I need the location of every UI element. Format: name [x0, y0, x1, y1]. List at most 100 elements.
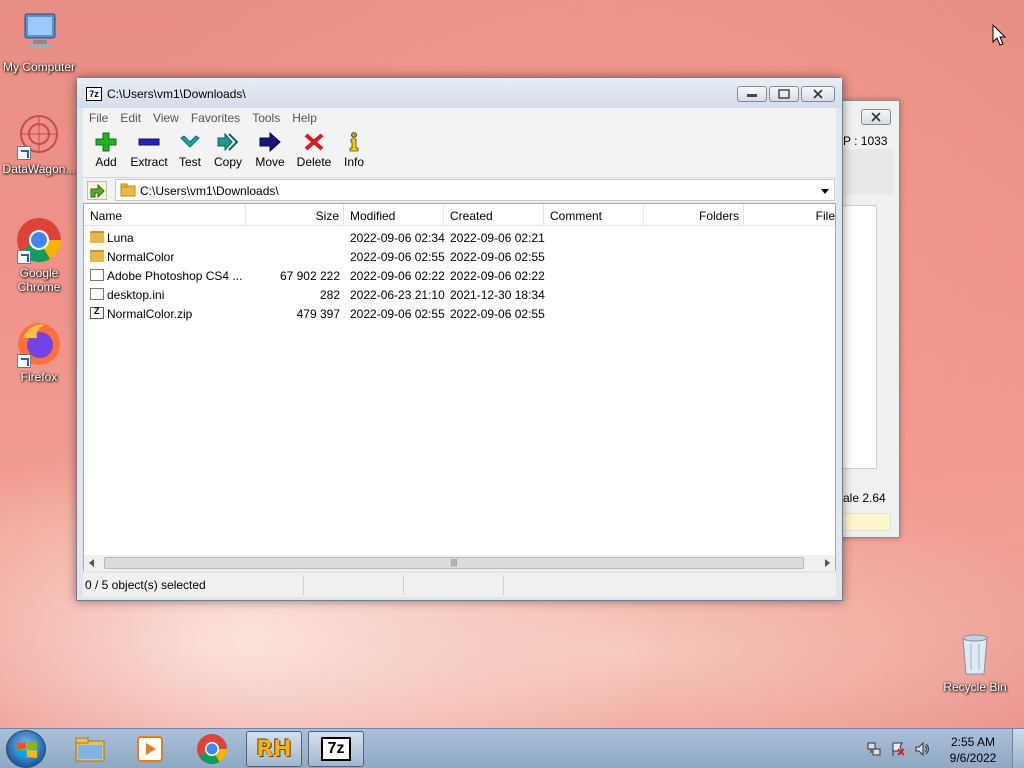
clock-time: 2:55 AM: [950, 735, 996, 749]
test-button[interactable]: Test: [173, 132, 207, 169]
maximize-button[interactable]: [769, 86, 799, 102]
computer-icon: [15, 10, 63, 58]
start-button[interactable]: [6, 730, 46, 768]
folder-explorer-icon: [75, 737, 105, 762]
file-created: 2022-09-06 02:55: [450, 307, 545, 321]
file-name: desktop.ini: [107, 288, 165, 302]
scroll-right-icon[interactable]: [823, 559, 831, 567]
media-player-icon: [137, 736, 163, 762]
desktop-icon-label: Google Chrome: [17, 266, 61, 294]
restore-icon: [778, 89, 790, 99]
shortcut-arrow-icon: [17, 354, 31, 368]
menu-view[interactable]: View: [147, 108, 185, 125]
move-button[interactable]: Move: [253, 132, 287, 169]
up-folder-button[interactable]: [87, 181, 107, 200]
column-folders[interactable]: Folders: [644, 204, 744, 226]
system-clock[interactable]: 2:55 AM 9/6/2022: [944, 734, 1002, 766]
window-title: C:\Users\vm1\Downloads\: [107, 87, 246, 101]
scroll-left-icon[interactable]: [88, 559, 96, 567]
minimize-button[interactable]: [737, 86, 767, 102]
info-button[interactable]: Info: [339, 132, 369, 169]
column-header: Name Size Modified Created Comment Folde…: [84, 204, 835, 226]
desktop-icon-chrome[interactable]: Google Chrome: [0, 216, 78, 294]
minimize-icon: [747, 94, 757, 97]
table-row[interactable]: NormalColor 2022-09-06 02:55 2022-09-06 …: [84, 247, 835, 266]
taskbar-explorer[interactable]: [62, 731, 118, 767]
desktop-icon-datawagon[interactable]: DataWagon...: [0, 112, 78, 176]
desktop-icon-label: DataWagon...: [2, 162, 76, 176]
column-created[interactable]: Created: [444, 204, 544, 226]
status-text: 0 / 5 object(s) selected: [85, 578, 206, 592]
check-icon: [180, 135, 200, 148]
desktop-icon-label: Recycle Bin: [943, 680, 1007, 694]
volume-icon[interactable]: [914, 741, 930, 757]
column-modified[interactable]: Modified: [344, 204, 444, 226]
table-row[interactable]: Luna 2022-09-06 02:34 2022-09-06 02:21: [84, 228, 835, 247]
network-icon[interactable]: [866, 741, 882, 757]
info-icon: [349, 132, 359, 152]
add-button[interactable]: Add: [89, 132, 123, 169]
taskbar: RH 7z 2:55 AM 9/6/2022: [0, 728, 1024, 768]
horizontal-scrollbar[interactable]: |||: [84, 555, 835, 571]
table-row[interactable]: Adobe Photoshop CS4 ... 67 902 222 2022-…: [84, 266, 835, 285]
shortcut-arrow-icon: [17, 250, 31, 264]
action-center-flag-icon[interactable]: [890, 741, 906, 757]
bg-window-panel: [837, 149, 893, 195]
taskbar-resource-hacker[interactable]: RH: [246, 731, 302, 767]
desktop-icon-recycle-bin[interactable]: Recycle Bin: [936, 630, 1014, 694]
bg-window-text-1: P : 1033: [843, 134, 888, 148]
delete-button[interactable]: Delete: [295, 132, 333, 169]
menu-tools[interactable]: Tools: [246, 108, 286, 125]
close-icon: [813, 89, 823, 99]
folder-icon: [90, 231, 104, 243]
column-files[interactable]: File: [744, 204, 835, 226]
file-name: NormalColor: [107, 250, 175, 264]
add-label: Add: [95, 155, 117, 169]
desktop-icon-label: My Computer: [2, 60, 76, 74]
bg-window-close-button[interactable]: [861, 109, 891, 125]
desktop-icon-label: Firefox: [20, 370, 58, 384]
file-list[interactable]: Name Size Modified Created Comment Folde…: [83, 203, 836, 571]
menu-file[interactable]: File: [83, 108, 114, 125]
folder-icon: [90, 250, 104, 262]
bg-window-text-2: ale 2.64: [843, 491, 886, 505]
file-modified: 2022-09-06 02:55: [350, 250, 445, 264]
desktop-icon-firefox[interactable]: Firefox: [0, 320, 78, 384]
file-modified: 2022-06-23 21:10: [350, 288, 445, 302]
taskbar-chrome[interactable]: [184, 731, 240, 767]
close-button[interactable]: [801, 86, 835, 102]
chevron-down-icon[interactable]: [820, 187, 830, 195]
delete-label: Delete: [296, 155, 332, 169]
7zip-window[interactable]: 7z C:\Users\vm1\Downloads\ File Edit View F…: [76, 77, 843, 601]
copy-button[interactable]: Copy: [211, 132, 245, 169]
bg-window-hint-bar: [839, 513, 891, 531]
menu-edit[interactable]: Edit: [114, 108, 147, 125]
address-bar: C:\Users\vm1\Downloads\: [83, 178, 836, 202]
extract-button[interactable]: Extract: [127, 132, 171, 169]
taskbar-media-player[interactable]: [122, 731, 178, 767]
column-size[interactable]: Size: [246, 204, 344, 226]
taskbar-7zip[interactable]: 7z: [308, 731, 364, 767]
scrollbar-thumb[interactable]: |||: [104, 557, 804, 569]
menu-favorites[interactable]: Favorites: [185, 108, 246, 125]
firefox-icon: [15, 320, 63, 368]
shortcut-arrow-icon: [17, 146, 31, 160]
file-name: Adobe Photoshop CS4 ...: [107, 269, 243, 283]
show-desktop-button[interactable]: [1012, 729, 1024, 768]
toolbar: Add Extract Test Copy Move Delete Info: [83, 128, 836, 178]
table-row[interactable]: NormalColor.zip 479 397 2022-09-06 02:55…: [84, 304, 835, 323]
mouse-cursor-icon: [992, 24, 1006, 46]
close-icon: [871, 112, 881, 122]
datawagon-icon: [15, 112, 63, 160]
path-value: C:\Users\vm1\Downloads\: [140, 184, 279, 198]
column-name[interactable]: Name: [84, 204, 246, 226]
move-label: Move: [255, 155, 285, 169]
column-comment[interactable]: Comment: [544, 204, 644, 226]
file-modified: 2022-09-06 02:22: [350, 269, 445, 283]
info-label: Info: [343, 155, 364, 169]
menu-help[interactable]: Help: [286, 108, 323, 125]
title-bar[interactable]: 7z C:\Users\vm1\Downloads\: [77, 78, 842, 108]
desktop-icon-my-computer[interactable]: My Computer: [0, 10, 78, 74]
table-row[interactable]: desktop.ini 282 2022-06-23 21:10 2021-12…: [84, 285, 835, 304]
path-input[interactable]: C:\Users\vm1\Downloads\: [115, 179, 835, 201]
